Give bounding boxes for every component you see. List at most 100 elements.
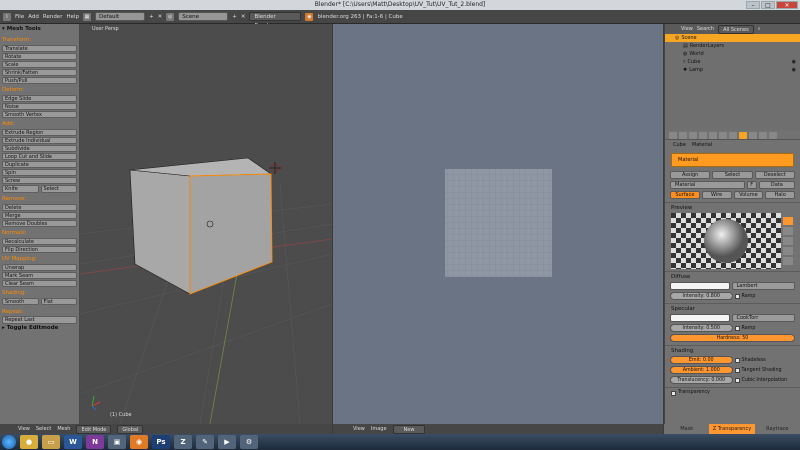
screen-layout-field[interactable]: Default (95, 12, 146, 21)
diffuse-panel-header[interactable]: Diffuse (665, 271, 800, 281)
z-transparency-tab[interactable]: Z Transparency (709, 424, 755, 434)
cubic-interpolation-checkbox[interactable]: Cubic Interpolation (734, 377, 796, 383)
shadeless-checkbox[interactable]: Shadeless (734, 357, 796, 363)
remove-layout-icon[interactable]: ✕ (158, 14, 163, 20)
render-engine-select[interactable]: Blender Render (249, 12, 302, 29)
photoshop-taskbar-icon[interactable]: Ps (152, 435, 170, 449)
constraints-tab-icon[interactable] (709, 132, 717, 139)
menu-add[interactable]: Add (28, 14, 39, 20)
outliner-item-lamp[interactable]: ✹ Lamp ◉ (665, 66, 800, 74)
cube-left-face[interactable] (129, 169, 191, 295)
3d-viewport[interactable]: User Persp (1) Cube (80, 24, 332, 424)
specular-ramp-checkbox[interactable]: Ramp (734, 325, 796, 331)
specular-color-swatch[interactable] (670, 314, 730, 322)
outliner-item-scene[interactable]: ◎ Scene (665, 34, 800, 42)
ambient-slider[interactable]: Ambient: 1.000 (670, 366, 733, 374)
gimp-taskbar-icon[interactable]: ✎ (196, 435, 214, 449)
particles-tab-icon[interactable] (759, 132, 767, 139)
clear-seam-button[interactable]: Clear Seam (2, 279, 77, 287)
diffuse-ramp-checkbox[interactable]: Ramp (734, 293, 796, 299)
chrome-taskbar-icon[interactable]: ● (20, 435, 38, 449)
new-image-button[interactable]: New (392, 424, 426, 434)
subdivide-button[interactable]: Subdivide (2, 144, 77, 152)
halo-tab[interactable]: Halo (765, 191, 795, 199)
specular-shader-select[interactable]: CookTorr (731, 314, 795, 322)
flip-direction-button[interactable]: Flip Direction (2, 245, 77, 253)
edge-slide-button[interactable]: Edge Slide (2, 94, 77, 102)
smooth-vertex-button[interactable]: Smooth Vertex (2, 110, 77, 118)
visibility-eye-icon[interactable]: ◉ (792, 58, 796, 66)
world-tab-icon[interactable] (689, 132, 697, 139)
mode-select[interactable]: Edit Mode (76, 424, 112, 434)
uv-canvas[interactable] (333, 24, 663, 424)
deselect-button[interactable]: Deselect (754, 171, 795, 179)
outliner-filter-select[interactable]: All Scenes (718, 24, 754, 34)
shrink-fatten-button[interactable]: Shrink/Fatten (2, 68, 77, 76)
add-layout-icon[interactable]: + (149, 14, 154, 20)
3d-menu-select[interactable]: Select (36, 426, 51, 432)
smooth-button[interactable]: Smooth (2, 297, 39, 305)
unwrap-button[interactable]: Unwrap (2, 263, 77, 271)
3d-cursor-icon[interactable] (269, 162, 281, 174)
video-taskbar-icon[interactable]: ▶ (218, 435, 236, 449)
render-tab-icon[interactable] (669, 132, 677, 139)
push-pull-button[interactable]: Push/Pull (2, 76, 77, 84)
remove-scene-icon[interactable]: ✕ (241, 14, 246, 20)
diffuse-shader-select[interactable]: Lambert (731, 282, 795, 290)
program-taskbar-icon[interactable]: ▣ (108, 435, 126, 449)
transparency-checkbox[interactable]: Transparency (671, 388, 710, 398)
visibility-eye-icon[interactable]: ◉ (792, 66, 796, 74)
transparency-panel-header[interactable]: Transparency (665, 387, 800, 397)
menu-file[interactable]: File (15, 14, 24, 20)
scale-button[interactable]: Scale (2, 60, 77, 68)
word-taskbar-icon[interactable]: W (64, 435, 82, 449)
repeat-last-button[interactable]: Repeat Last (2, 316, 77, 324)
scene-tab-icon[interactable] (679, 132, 687, 139)
close-button[interactable]: ✕ (776, 1, 798, 9)
select-button[interactable]: Select (712, 171, 753, 179)
3d-menu-mesh[interactable]: Mesh (57, 426, 70, 432)
duplicate-button[interactable]: Duplicate (2, 160, 77, 168)
mask-tab[interactable]: Mask (664, 424, 709, 434)
translucency-slider[interactable]: Translucency: 0.000 (670, 376, 733, 384)
flat-button[interactable]: Flat (40, 297, 77, 305)
uv-image-editor[interactable] (333, 24, 663, 424)
tangent-shading-checkbox[interactable]: Tangent Shading (734, 367, 796, 373)
shading-panel-header[interactable]: Shading (665, 345, 800, 355)
uv-menu-image[interactable]: Image (371, 426, 387, 432)
noise-button[interactable]: Noise (2, 102, 77, 110)
modifiers-tab-icon[interactable] (719, 132, 727, 139)
specular-intensity-slider[interactable]: Intensity: 0.500 (670, 324, 733, 332)
assign-button[interactable]: Assign (670, 171, 711, 179)
orientation-select[interactable]: Global (117, 424, 144, 434)
volume-tab[interactable]: Volume (733, 191, 764, 199)
recalculate-button[interactable]: Recalculate (2, 237, 77, 245)
specular-panel-header[interactable]: Specular (665, 303, 800, 313)
extrude-individual-button[interactable]: Extrude Individual (2, 136, 77, 144)
material-slot-list[interactable]: Material (671, 153, 794, 167)
blender-taskbar-icon[interactable]: ◉ (130, 435, 148, 449)
editor-type-icon[interactable]: i (3, 12, 11, 21)
rotate-button[interactable]: Rotate (2, 52, 77, 60)
outliner-menu-search[interactable]: Search (697, 26, 714, 32)
extrude-region-button[interactable]: Extrude Region (2, 128, 77, 136)
loop-cut-button[interactable]: Loop Cut and Slide (2, 152, 77, 160)
mark-seam-button[interactable]: Mark Seam (2, 271, 77, 279)
scene-field[interactable]: Scene (178, 12, 229, 21)
raytrace-tab[interactable]: Raytrace (755, 424, 800, 434)
uv-grid[interactable] (445, 169, 552, 277)
3d-menu-view[interactable]: View (18, 426, 30, 432)
diffuse-intensity-slider[interactable]: Intensity: 0.800 (670, 292, 733, 300)
fake-user-button[interactable]: F (746, 181, 757, 189)
surface-tab[interactable]: Surface (670, 191, 700, 199)
delete-menu[interactable]: Delete (2, 203, 77, 211)
physics-tab-icon[interactable] (769, 132, 777, 139)
emit-slider[interactable]: Emit: 0.00 (670, 356, 733, 364)
minimize-button[interactable]: – (746, 1, 760, 9)
data-tab-icon[interactable] (729, 132, 737, 139)
knife-select-button[interactable]: Select (40, 185, 77, 193)
material-tab-icon[interactable] (739, 132, 747, 139)
outliner-menu-view[interactable]: View (681, 26, 693, 32)
merge-button[interactable]: Merge (2, 211, 77, 219)
knife-button[interactable]: Knife (2, 185, 39, 193)
